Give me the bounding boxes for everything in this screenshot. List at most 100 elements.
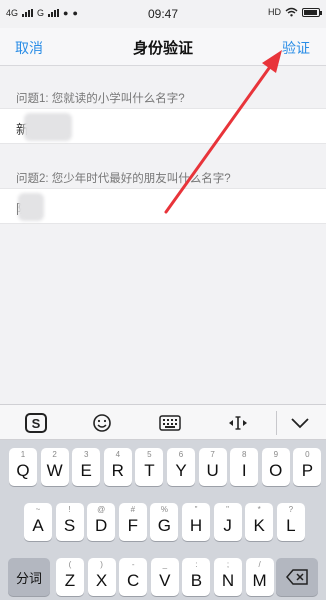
key-w[interactable]: 2W: [40, 448, 69, 486]
key-l[interactable]: ? L: [276, 503, 305, 541]
key-label: Y: [175, 461, 187, 480]
key-label: X: [95, 571, 108, 590]
key-label: J: [223, 516, 232, 535]
key-label: F: [127, 516, 138, 535]
key-hint: ~: [35, 505, 41, 514]
key-hint: _: [162, 560, 168, 569]
key-hint: ?: [288, 505, 294, 514]
key-hint: ): [100, 560, 103, 569]
key-label: I: [241, 461, 247, 480]
page-title: 身份验证: [132, 40, 193, 57]
key-label: M: [252, 571, 267, 590]
key-hint: /: [258, 560, 261, 569]
key-hint: *: [257, 505, 261, 514]
key-hint: 8: [241, 450, 247, 459]
status-right: HD: [268, 7, 322, 17]
key-label: E: [80, 461, 92, 480]
key-e[interactable]: 3E: [72, 448, 101, 486]
answer-2-redaction: [18, 193, 44, 221]
key-label: C: [127, 571, 140, 590]
key-label: B: [190, 571, 203, 590]
key-hint: 6: [178, 450, 184, 459]
key-k[interactable]: * K: [245, 503, 274, 541]
key-r[interactable]: 4R: [103, 448, 132, 486]
key-hint: (: [68, 560, 72, 569]
backspace-key[interactable]: [276, 558, 318, 596]
key-label: T: [144, 461, 155, 480]
key-hint: #: [130, 505, 136, 514]
nav-bar: 取消 身份验证 验证: [0, 28, 326, 66]
key-hint: 1: [20, 450, 26, 459]
key-t[interactable]: 5T: [135, 448, 164, 486]
key-s[interactable]: ! S: [55, 503, 84, 541]
key-p[interactable]: 0P: [293, 448, 322, 486]
hd-label: HD: [268, 7, 281, 17]
key-d[interactable]: @ D: [87, 503, 116, 541]
key-label: N: [221, 571, 235, 590]
key-hint: 3: [83, 450, 89, 459]
verify-button[interactable]: 验证: [282, 38, 310, 58]
collapse-keyboard-icon[interactable]: [288, 412, 312, 434]
key-g[interactable]: % G: [150, 503, 179, 541]
key-o[interactable]: 9O: [261, 448, 290, 486]
key-hint: -: [131, 560, 135, 569]
key-label: O: [269, 461, 283, 480]
key-hint: ;: [226, 560, 230, 569]
key-i[interactable]: 8I: [230, 448, 259, 486]
key-hint: !: [68, 505, 71, 514]
key-hint: 4: [115, 450, 121, 459]
key-label: K: [253, 516, 265, 535]
battery-icon: [302, 7, 322, 17]
key-label: R: [111, 461, 124, 480]
key-hint: 9: [273, 450, 279, 459]
key-label: V: [159, 571, 171, 590]
key-f[interactable]: # F: [118, 503, 147, 541]
key-a[interactable]: ~ A: [24, 503, 52, 541]
status-bar: 4G G ● ● 09:47 HD: [0, 0, 326, 28]
key-x[interactable]: ) X: [87, 558, 116, 596]
key-j[interactable]: " J: [213, 503, 242, 541]
keyboard-toolbar: S: [0, 404, 326, 440]
emoji-icon[interactable]: [90, 412, 114, 434]
key-hint: @: [97, 505, 106, 514]
key-hint: :: [195, 560, 198, 569]
sogou-logo-icon[interactable]: S: [24, 412, 48, 434]
key-h[interactable]: " H: [182, 503, 210, 541]
key-label: P: [301, 461, 314, 480]
keyboard-icon[interactable]: [158, 412, 182, 434]
key-label: Q: [16, 461, 30, 480]
key-hint: 0: [305, 450, 310, 459]
key-v[interactable]: _ V: [150, 558, 179, 596]
key-label: U: [206, 461, 219, 480]
key-q[interactable]: 1Q: [9, 448, 37, 486]
key-label: S: [63, 516, 76, 535]
key-n[interactable]: ; N: [214, 558, 242, 596]
answer-1-input[interactable]: 新: [0, 108, 326, 144]
key-label: L: [286, 516, 296, 535]
key-c[interactable]: -C: [119, 558, 148, 596]
wifi-icon: [285, 7, 298, 17]
keyboard: 1Q2W3E4R5T6Y7U8I9O0P ~ A! S @ D # F% G " H " J * K? L …: [0, 440, 326, 600]
answer-2-input[interactable]: 陈: [0, 188, 326, 224]
key-label: D: [95, 516, 108, 535]
key-u[interactable]: 7U: [198, 448, 227, 486]
key-y[interactable]: 6Y: [167, 448, 195, 486]
key-label: Z: [64, 571, 76, 590]
toolbar-divider: [276, 411, 277, 435]
fenci-key[interactable]: 分词: [8, 558, 50, 596]
key-z[interactable]: (Z: [56, 558, 84, 596]
key-m[interactable]: / M: [245, 558, 274, 596]
key-b[interactable]: :B: [182, 558, 211, 596]
key-label: A: [32, 516, 44, 535]
question-1-label: 问题1: 您就读的小学叫什么名字?: [16, 93, 185, 105]
key-hint: 7: [210, 450, 215, 459]
key-hint: %: [160, 505, 168, 514]
key-hint: ": [194, 505, 198, 514]
key-label: G: [157, 516, 171, 535]
key-hint: 2: [52, 450, 57, 459]
cursor-move-icon[interactable]: [226, 412, 250, 434]
question-2-label: 问题2: 您少年时代最好的朋友叫什么名字?: [16, 173, 231, 185]
backspace-icon: [286, 569, 308, 585]
key-label: H: [189, 516, 203, 535]
svg-text:S: S: [32, 416, 41, 431]
